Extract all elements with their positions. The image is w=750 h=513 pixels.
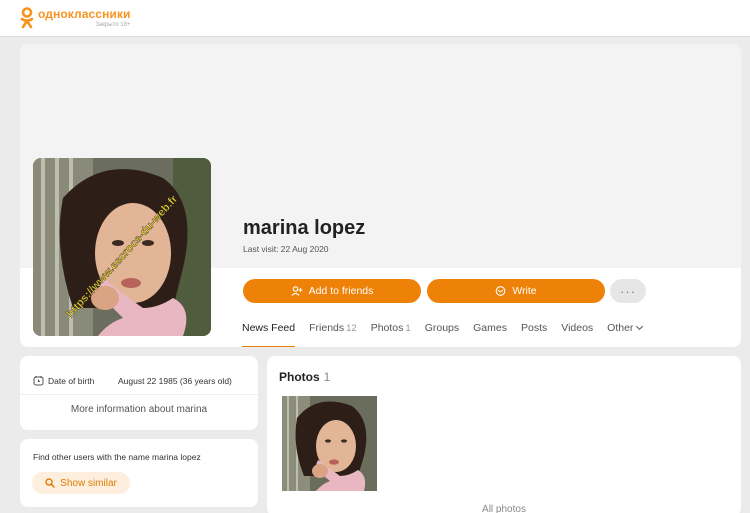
add-user-icon [290,286,303,296]
more-information-link[interactable]: More information about marina [20,404,258,415]
photo-thumbnail[interactable] [282,396,377,491]
tab-groups[interactable]: Groups [425,322,459,342]
tab-friends[interactable]: Friends 12 [309,322,357,342]
logo-subtitle: Закрыто 18+ [95,22,131,28]
tab-videos[interactable]: Videos [561,322,593,342]
photos-title-count: 1 [323,370,331,384]
top-bar: одноклассники Закрыто 18+ [0,0,750,37]
profile-avatar[interactable]: https://www.escrocs-du-web.fr [33,158,211,336]
logo-name: одноклассники [38,7,131,21]
photos-count: 1 [405,323,411,334]
tab-posts[interactable]: Posts [521,322,547,342]
write-label: Write [512,285,537,297]
search-icon [45,478,55,488]
ok-logo-icon [20,7,34,29]
chevron-down-icon [636,322,644,331]
show-similar-button[interactable]: Show similar [32,472,130,494]
date-of-birth-value: August 22 1985 (36 years old) [118,375,232,386]
date-of-birth-label: Date of birth [48,375,95,386]
more-options-button[interactable]: ··· [610,279,646,303]
show-similar-label: Show similar [60,477,117,489]
photos-card: Photos 1 All photos [267,356,741,513]
friends-count: 12 [346,323,357,334]
write-button[interactable]: Write [427,279,605,303]
message-icon [495,286,506,296]
date-of-birth-row: Date of birth August 22 1985 (36 years o… [33,375,232,386]
site-logo[interactable]: одноклассники Закрыто 18+ [20,7,130,29]
tab-news-feed[interactable]: News Feed [242,322,296,347]
tab-other[interactable]: Other [607,322,644,342]
add-to-friends-button[interactable]: Add to friends [243,279,421,303]
add-to-friends-label: Add to friends [308,285,374,297]
divider [20,394,258,395]
profile-tabs: News Feed Friends 12 Photos 1 Groups Games… [242,322,656,347]
info-card: Date of birth August 22 1985 (36 years o… [20,356,258,430]
all-photos-link[interactable]: All photos [267,504,741,513]
clock-icon [33,376,44,386]
photos-title[interactable]: Photos 1 [279,370,330,384]
profile-name: marina lopez [243,217,366,239]
find-similar-text: Find other users with the name marina lo… [33,452,201,462]
last-visit: Last visit: 22 Aug 2020 [243,244,329,254]
tab-games[interactable]: Games [473,322,507,342]
profile-card: https://www.escrocs-du-web.fr marina lop… [20,44,741,347]
find-similar-card: Find other users with the name marina lo… [20,439,258,507]
tab-photos[interactable]: Photos 1 [371,322,411,342]
